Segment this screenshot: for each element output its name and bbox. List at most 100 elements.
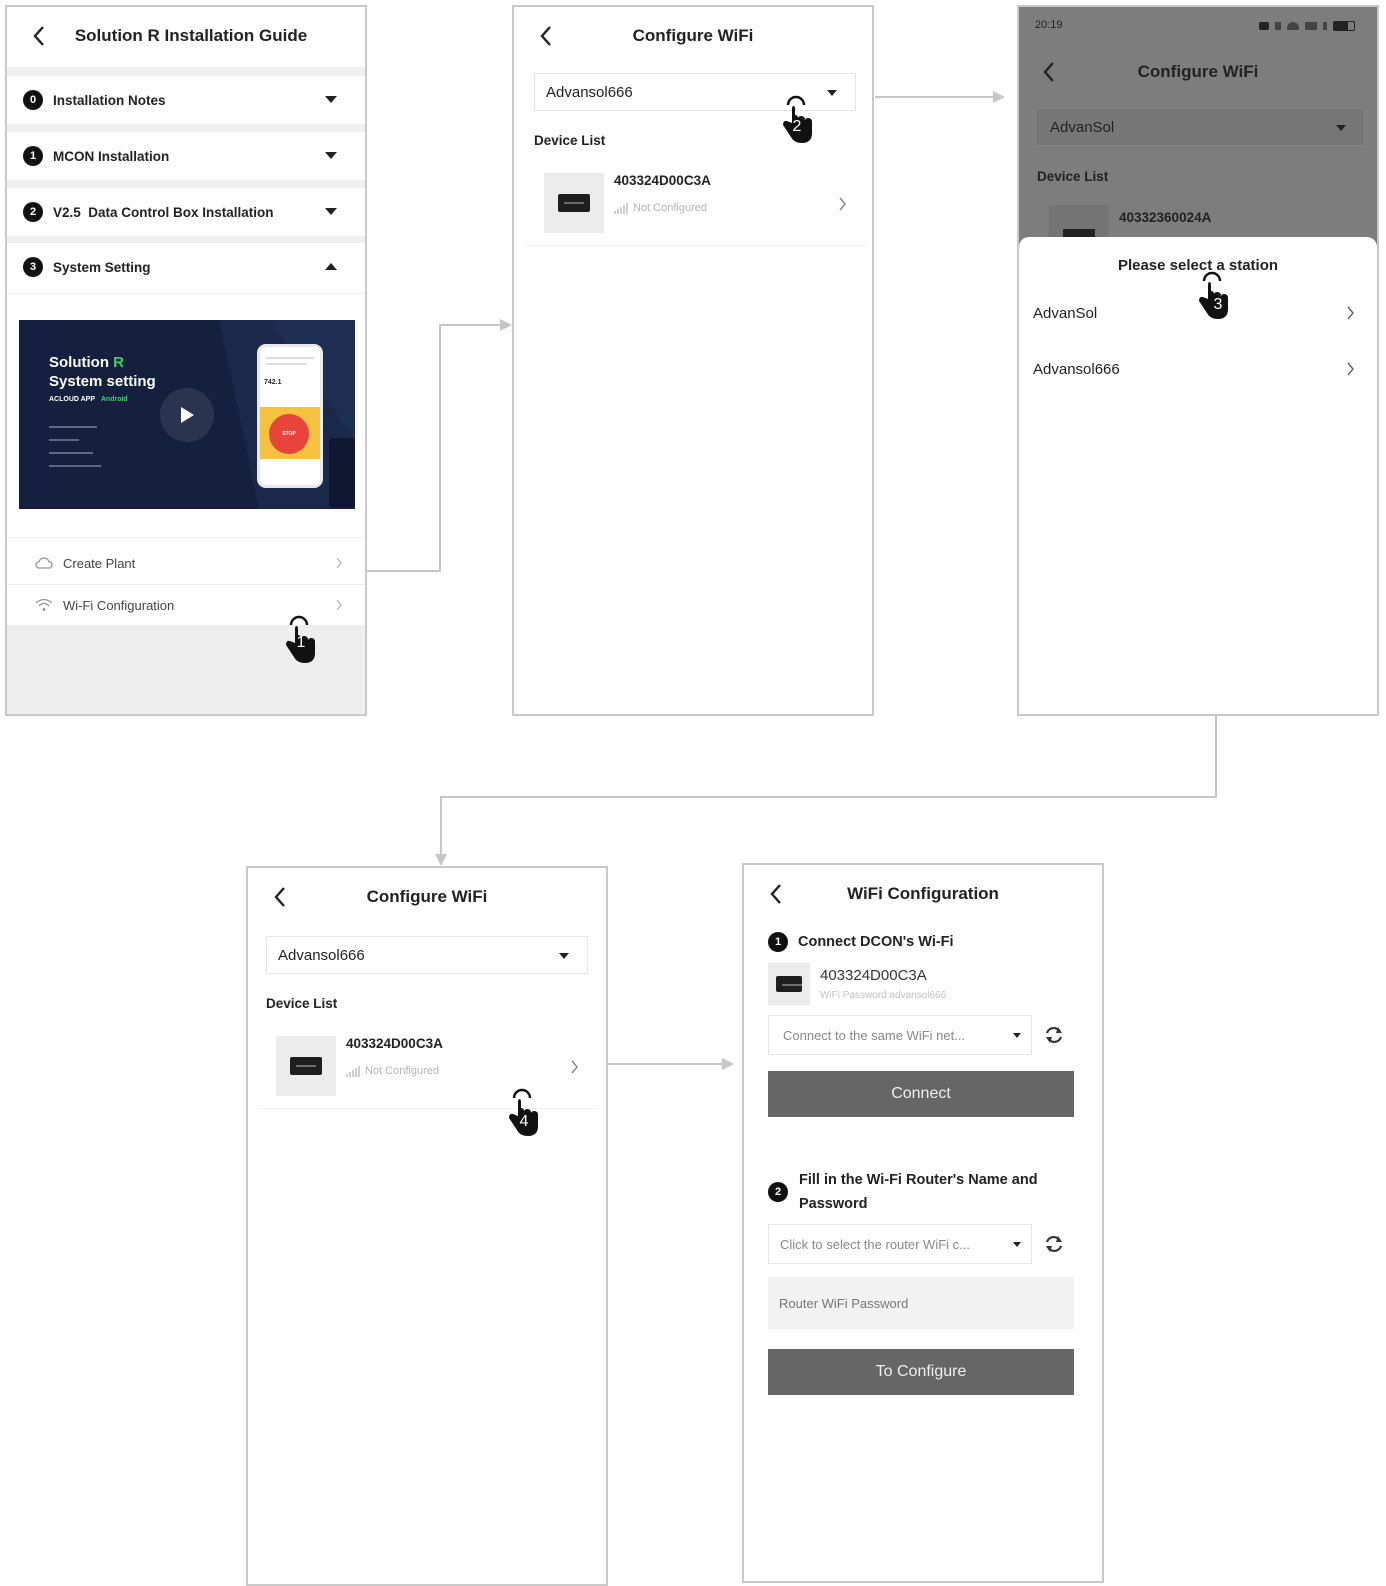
back-arrow-icon[interactable] [762, 879, 790, 909]
video-title-line2: System setting [49, 373, 156, 390]
device-id: 403324D00C3A [346, 1036, 443, 1051]
option-label: AdvanSol [1033, 304, 1098, 322]
chevron-down-icon [325, 96, 337, 103]
device-row[interactable]: 403324D00C3A Not Configured [258, 1028, 598, 1109]
step2-title-line1: Fill in the Wi-Fi Router's Name and [799, 1172, 1038, 1188]
page-title: Configure WiFi [1137, 62, 1259, 81]
phone-value: 742.1 [264, 379, 282, 386]
dcon-wifi-select[interactable]: Connect to the same WiFi net... [768, 1015, 1032, 1055]
input-placeholder: Router WiFi Password [779, 1295, 909, 1311]
station-value: Advansol666 [278, 946, 365, 964]
accordion-label: System Setting [53, 259, 151, 275]
step1-heading: 1 Connect DCON's Wi-Fi [768, 932, 954, 952]
stop-label: STOP [282, 431, 296, 437]
page-title: WiFi Configuration [847, 884, 999, 903]
chevron-down-icon [1013, 1242, 1021, 1247]
accordion-data-control-box[interactable]: 2 V2.5 Data Control Box Installation [7, 188, 365, 236]
status-bar: 20:19 [1019, 7, 1377, 37]
step-number-badge: 1 [768, 932, 788, 952]
device-id: 40332360024A [1119, 210, 1212, 225]
tap-step-number: 2 [792, 118, 802, 135]
back-arrow-icon[interactable] [532, 21, 560, 51]
accordion-system-setting[interactable]: 3 System Setting [7, 243, 365, 291]
stop-button-graphic: STOP [269, 414, 309, 454]
header: Configure WiFi [514, 7, 872, 65]
video-subtitle: ACLOUD APP [49, 396, 95, 403]
chevron-down-icon [325, 152, 337, 159]
device-status: Not Configured [346, 1065, 439, 1077]
station-select[interactable]: AdvanSol [1035, 108, 1365, 146]
router-password-input[interactable]: Router WiFi Password [768, 1277, 1074, 1329]
play-button[interactable] [160, 388, 214, 442]
video-thumbnail[interactable]: Solution R System setting ACLOUD APP And… [19, 320, 355, 509]
screen-installation-guide: Solution R Installation Guide 0 Installa… [5, 5, 367, 716]
accordion-label: Installation Notes [53, 92, 166, 108]
chevron-up-icon [325, 263, 337, 270]
video-title-line1: Solution [49, 354, 109, 371]
screen-select-station: 20:19 Configure WiFi AdvanSol Device Lis… [1017, 5, 1379, 716]
page-title: Configure WiFi [366, 887, 488, 906]
to-configure-button[interactable]: To Configure [768, 1349, 1074, 1395]
wifi-icon [35, 598, 53, 611]
screen-wifi-configuration: WiFi Configuration 1 Connect DCON's Wi-F… [742, 863, 1104, 1583]
station-select[interactable]: Advansol666 [266, 936, 588, 974]
tap-step-number: 1 [296, 634, 306, 651]
signal-icon [614, 202, 628, 214]
device-status: Not Configured [614, 202, 707, 214]
device-row[interactable]: 403324D00C3A Not Configured [526, 165, 866, 246]
back-arrow-icon[interactable] [25, 21, 53, 51]
chevron-down-icon [325, 208, 337, 215]
chevron-right-icon [571, 1060, 578, 1074]
page-title: Solution R Installation Guide [74, 26, 308, 45]
step2-heading: 2 Fill in the Wi-Fi Router's Name and Pa… [768, 1168, 1038, 1216]
device-list-label: Device List [1037, 169, 1109, 184]
device-list-label: Device List [266, 996, 338, 1011]
menu-label: Create Plant [63, 555, 136, 571]
station-value: AdvanSol [1050, 118, 1115, 136]
device-id: 403324D00C3A [614, 173, 711, 188]
status-text: Not Configured [365, 1065, 439, 1077]
step-number-badge: 0 [23, 90, 43, 110]
chevron-right-icon [839, 197, 846, 211]
phone-mockup: 742.1 STOP [257, 344, 323, 488]
accordion-mcon-installation[interactable]: 1 MCON Installation [7, 132, 365, 180]
chevron-right-icon [1347, 306, 1354, 320]
chevron-right-icon [336, 557, 342, 569]
accordion-label: MCON Installation [53, 148, 170, 164]
tap-step-number: 3 [1213, 296, 1223, 313]
dimmed-background: 20:19 Configure WiFi AdvanSol Device Lis… [1019, 7, 1377, 247]
select-placeholder: Click to select the router WiFi c... [780, 1236, 970, 1252]
menu-create-plant[interactable]: Create Plant [7, 543, 365, 583]
status-text: Not Configured [633, 202, 707, 214]
step-number-badge: 2 [23, 202, 43, 222]
cloud-icon [35, 557, 53, 569]
router-wifi-select[interactable]: Click to select the router WiFi c... [768, 1224, 1032, 1264]
play-icon [181, 407, 194, 423]
page-title: Configure WiFi [632, 26, 754, 45]
header: WiFi Configuration [744, 865, 1102, 923]
status-time: 20:19 [1035, 19, 1063, 31]
menu-label: Wi-Fi Configuration [63, 597, 175, 613]
chevron-right-icon [1347, 362, 1354, 376]
device-thumbnail [544, 173, 604, 233]
refresh-icon[interactable] [1043, 1024, 1065, 1046]
step1-title: Connect DCON's Wi-Fi [798, 934, 954, 950]
accordion-installation-notes[interactable]: 0 Installation Notes [7, 76, 365, 124]
step2-title-line2: Password [799, 1196, 868, 1212]
refresh-icon[interactable] [1043, 1233, 1065, 1255]
screen-configure-wifi: Configure WiFi Advansol666 Device List 4… [512, 5, 874, 716]
station-option-advansol666[interactable]: Advansol666 [1019, 349, 1377, 389]
chevron-down-icon [1336, 125, 1346, 131]
back-arrow-icon[interactable] [266, 882, 294, 912]
connect-button[interactable]: Connect [768, 1071, 1074, 1117]
tap-step-number: 4 [519, 1113, 529, 1130]
header: Solution R Installation Guide [7, 7, 365, 65]
station-value: Advansol666 [546, 83, 633, 101]
device-thumbnail [276, 1036, 336, 1096]
accordion-label: V2.5 Data Control Box Installation [53, 204, 274, 220]
step-number-badge: 3 [23, 257, 43, 277]
step-number-badge: 1 [23, 146, 43, 166]
chevron-down-icon [1013, 1033, 1021, 1038]
device-list-label: Device List [534, 133, 606, 148]
video-title-accent: R [113, 354, 125, 371]
